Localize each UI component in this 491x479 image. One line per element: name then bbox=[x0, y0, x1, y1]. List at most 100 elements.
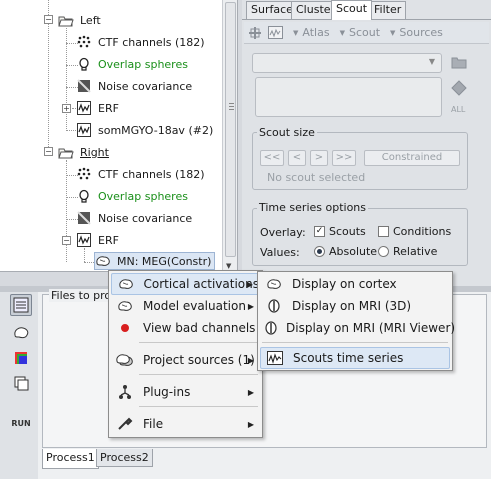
select-all-button[interactable]: ALL bbox=[451, 105, 465, 114]
menu-item-file[interactable]: File ▶ bbox=[111, 413, 260, 435]
scrollbar-thumb[interactable] bbox=[225, 2, 236, 257]
values-absolute-radio[interactable]: Absolute bbox=[314, 245, 377, 258]
folder-open-icon bbox=[58, 13, 74, 27]
overlay-label: Overlay: bbox=[260, 226, 306, 239]
head-model-icon bbox=[76, 189, 92, 203]
expand-toggle[interactable]: + bbox=[62, 104, 71, 113]
menu-item-project-sources[interactable]: Project sources (1) ▶ bbox=[111, 349, 260, 371]
tab-scout[interactable]: Scout bbox=[331, 0, 373, 20]
tree-item-label: Overlap spheres bbox=[98, 57, 188, 71]
checkbox-checked[interactable]: ✓ bbox=[314, 226, 325, 237]
tree-item-headmodel[interactable]: Overlap spheres bbox=[76, 187, 188, 205]
submenu-item-scouts-timeseries[interactable]: Scouts time series bbox=[260, 347, 450, 369]
scout-tool-icon[interactable] bbox=[248, 26, 262, 40]
menu-separator bbox=[262, 342, 448, 343]
database-tree[interactable]: − + − − Left CTF channels (182) Overlap … bbox=[0, 0, 238, 272]
timeseries-icon bbox=[266, 350, 284, 366]
tree-item-label: Left bbox=[80, 13, 101, 27]
tree-item-left[interactable]: Left bbox=[58, 11, 101, 29]
menu-item-plugins[interactable]: Plug-ins ▶ bbox=[111, 381, 260, 403]
scout-size-prev-button[interactable]: < bbox=[288, 150, 306, 166]
load-folder-icon[interactable] bbox=[451, 56, 467, 72]
process-sources-button[interactable] bbox=[10, 322, 32, 344]
radio-unselected[interactable] bbox=[378, 246, 389, 257]
brains-icon bbox=[116, 352, 134, 368]
timeseries-tool-icon[interactable] bbox=[268, 26, 283, 39]
tree-item-channels[interactable]: CTF channels (182) bbox=[76, 165, 205, 183]
collapse-toggle[interactable]: − bbox=[44, 147, 53, 156]
submenu-item-display-mri-viewer[interactable]: Display on MRI (MRI Viewer) bbox=[260, 317, 455, 339]
scout-status-text: No scout selected bbox=[267, 171, 366, 184]
tree-item-results-selected[interactable]: MN: MEG(Constr) bbox=[94, 252, 216, 270]
context-menu: Cortical activations ▶ Model evaluation ▶ … bbox=[108, 270, 263, 438]
head-model-icon bbox=[76, 57, 92, 71]
tree-item-label: Noise covariance bbox=[98, 79, 193, 93]
atlas-dropdown[interactable]: ▼ bbox=[252, 53, 442, 73]
process-files-button[interactable] bbox=[10, 294, 32, 316]
collapse-toggle[interactable]: − bbox=[44, 15, 53, 24]
chevron-down-icon: ▼ bbox=[428, 57, 435, 66]
brain-icon bbox=[117, 276, 135, 292]
file-wrench-icon bbox=[116, 416, 134, 432]
erf-data-icon bbox=[76, 101, 92, 115]
brain-results-icon bbox=[95, 254, 111, 268]
run-button[interactable]: RUN bbox=[10, 412, 32, 434]
menu-item-cortical-activations[interactable]: Cortical activations ▶ bbox=[111, 273, 260, 295]
tree-scrollbar[interactable]: ▼ bbox=[222, 0, 237, 271]
submenu-arrow-icon: ▶ bbox=[247, 387, 254, 397]
scout-size-first-button[interactable]: << bbox=[260, 150, 284, 166]
scout-size-last-button[interactable]: >> bbox=[332, 150, 356, 166]
checkbox-unchecked[interactable] bbox=[378, 226, 389, 237]
tree-item-noisecov[interactable]: Noise covariance bbox=[76, 77, 192, 95]
scout-size-next-button[interactable]: > bbox=[310, 150, 328, 166]
tree-item-sommgyo[interactable]: somMGYO-18av (#2) bbox=[76, 121, 213, 139]
menu-item-model-evaluation[interactable]: Model evaluation ▶ bbox=[111, 295, 260, 317]
tab-process2[interactable]: Process2 bbox=[96, 449, 153, 467]
values-label: Values: bbox=[260, 246, 300, 259]
process-matrix-button[interactable] bbox=[10, 372, 32, 394]
scout-list[interactable] bbox=[255, 77, 442, 117]
radio-selected[interactable] bbox=[314, 246, 325, 257]
tree-item-right[interactable]: Right bbox=[58, 143, 109, 161]
process-toolbar: RUN bbox=[0, 292, 38, 479]
tab-filter[interactable]: Filter bbox=[369, 1, 407, 19]
tab-process1[interactable]: Process1 bbox=[42, 449, 99, 469]
scout-toolbar: ▼ Atlas ▼ Scout ▼ Sources bbox=[244, 22, 489, 44]
mri-icon bbox=[265, 298, 283, 314]
submenu-arrow-icon: ▶ bbox=[247, 419, 254, 429]
tree-item-headmodel[interactable]: Overlap spheres bbox=[76, 55, 188, 73]
scout-panel: Surface Cluster Scout Filter ▼ Atlas ▼ Sco… bbox=[242, 0, 491, 290]
values-relative-radio[interactable]: Relative bbox=[378, 245, 437, 258]
channels-icon bbox=[76, 35, 92, 49]
submenu-item-display-cortex[interactable]: Display on cortex bbox=[260, 273, 450, 295]
tree-item-label: MN: MEG(Constr) bbox=[117, 254, 212, 268]
tree-item-noisecov[interactable]: Noise covariance bbox=[76, 209, 192, 227]
mri-icon bbox=[265, 320, 277, 336]
scroll-down-icon[interactable]: ▼ bbox=[226, 262, 231, 270]
atlas-menu[interactable]: ▼ Atlas bbox=[293, 26, 330, 39]
menu-separator bbox=[139, 342, 258, 343]
scout-size-title: Scout size bbox=[257, 126, 317, 139]
scout-diamond-icon[interactable] bbox=[451, 80, 467, 99]
process-timefreq-button[interactable] bbox=[10, 347, 32, 369]
overlay-scouts-checkbox[interactable]: ✓ Scouts bbox=[314, 225, 366, 238]
submenu-arrow-icon: ▶ bbox=[247, 301, 254, 311]
constrained-button[interactable]: Constrained bbox=[364, 150, 460, 166]
tree-line bbox=[84, 248, 85, 262]
tree-item-label: somMGYO-18av (#2) bbox=[98, 123, 214, 137]
sources-menu[interactable]: ▼ Sources bbox=[390, 26, 443, 39]
timeseries-options-title: Time series options bbox=[257, 201, 369, 214]
scout-menu[interactable]: ▼ Scout bbox=[340, 26, 380, 39]
tree-item-erf[interactable]: ERF bbox=[76, 231, 119, 249]
submenu-item-display-mri-3d[interactable]: Display on MRI (3D) bbox=[260, 295, 450, 317]
submenu-arrow-icon: ▶ bbox=[247, 355, 254, 365]
menu-separator bbox=[139, 406, 258, 407]
tree-item-erf[interactable]: ERF bbox=[76, 99, 119, 117]
collapse-toggle[interactable]: − bbox=[62, 236, 71, 245]
menu-item-view-bad-channels[interactable]: View bad channels bbox=[111, 317, 260, 339]
tree-item-channels[interactable]: CTF channels (182) bbox=[76, 33, 205, 51]
noise-cov-icon bbox=[76, 211, 92, 225]
overlay-conditions-checkbox[interactable]: Conditions bbox=[378, 225, 451, 238]
tree-item-label: CTF channels (182) bbox=[98, 167, 205, 181]
erf-data-icon bbox=[76, 123, 92, 137]
